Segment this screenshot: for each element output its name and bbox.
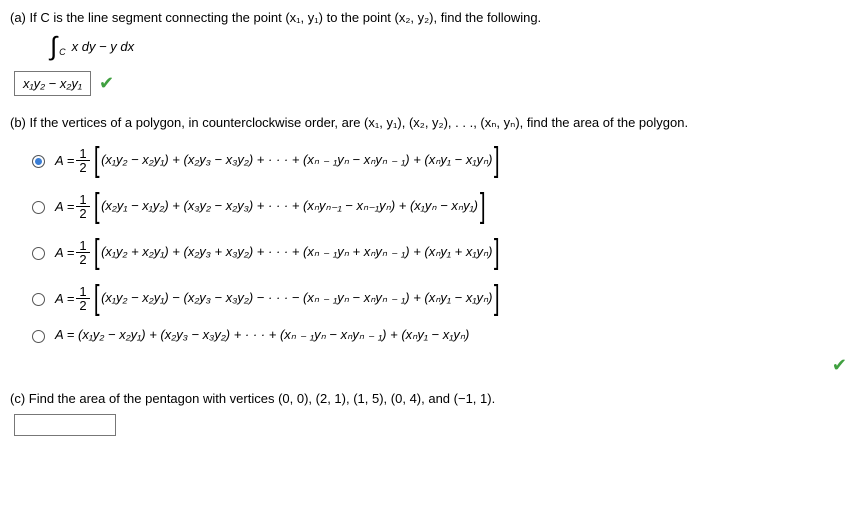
part-a-answer-box[interactable]: x₁y₂ − x₂y₁ [14, 71, 91, 96]
integral-subscript: C [59, 47, 66, 57]
part-a-label: (a) If C is the line segment connecting … [10, 10, 857, 25]
part-a-answer: x₁y₂ − x₂y₁ [23, 76, 82, 91]
radio-icon[interactable] [32, 293, 45, 306]
option-4-expr: (x₁y₂ − x₂y₁) − (x₂y₃ − x₃y₂) − · · · − … [101, 290, 492, 306]
check-icon: ✔ [99, 73, 114, 94]
part-b: (b) If the vertices of a polygon, in cou… [10, 115, 857, 376]
option-2[interactable]: A = 1 2 [ (x₂y₁ − x₁y₂) + (x₃y₂ − x₂y₃) … [32, 189, 857, 223]
one-half: 1 2 [76, 147, 89, 174]
right-bracket-icon: ] [494, 143, 500, 177]
option-4[interactable]: A = 1 2 [ (x₁y₂ − x₂y₁) − (x₂y₃ − x₃y₂) … [32, 281, 857, 315]
option-2-expr: (x₂y₁ − x₁y₂) + (x₃y₂ − x₂y₃) + · · · + … [101, 198, 478, 214]
part-c-label: (c) Find the area of the pentagon with v… [10, 391, 857, 406]
part-b-label: (b) If the vertices of a polygon, in cou… [10, 115, 857, 131]
a-prefix: A = [55, 153, 74, 168]
radio-icon[interactable] [32, 330, 45, 343]
radio-icon[interactable] [32, 201, 45, 214]
radio-icon[interactable] [32, 247, 45, 260]
option-1-expr: (x₁y₂ − x₂y₁) + (x₂y₃ − x₃y₂) + · · · + … [101, 152, 492, 168]
option-3[interactable]: A = 1 2 [ (x₁y₂ + x₂y₁) + (x₂y₃ + x₃y₂) … [32, 235, 857, 269]
integral-expression: ∫ C x dy − y dx [50, 33, 857, 59]
radio-selected-icon[interactable] [32, 155, 45, 168]
option-1[interactable]: A = 1 2 [ (x₁y₂ − x₂y₁) + (x₂y₃ − x₃y₂) … [32, 143, 857, 177]
part-c: (c) Find the area of the pentagon with v… [10, 391, 857, 436]
check-icon: ✔ [832, 355, 847, 375]
option-5[interactable]: A = (x₁y₂ − x₂y₁) + (x₂y₃ − x₃y₂) + · · … [32, 327, 857, 343]
option-5-expr: A = (x₁y₂ − x₂y₁) + (x₂y₃ − x₃y₂) + · · … [55, 327, 469, 343]
integral-icon: ∫ [50, 33, 57, 59]
part-c-answer-input[interactable] [14, 414, 116, 436]
option-3-expr: (x₁y₂ + x₂y₁) + (x₂y₃ + x₃y₂) + · · · + … [101, 244, 492, 260]
part-a: (a) If C is the line segment connecting … [10, 10, 857, 100]
left-bracket-icon: [ [94, 143, 100, 177]
integral-integrand: x dy − y dx [72, 39, 135, 54]
